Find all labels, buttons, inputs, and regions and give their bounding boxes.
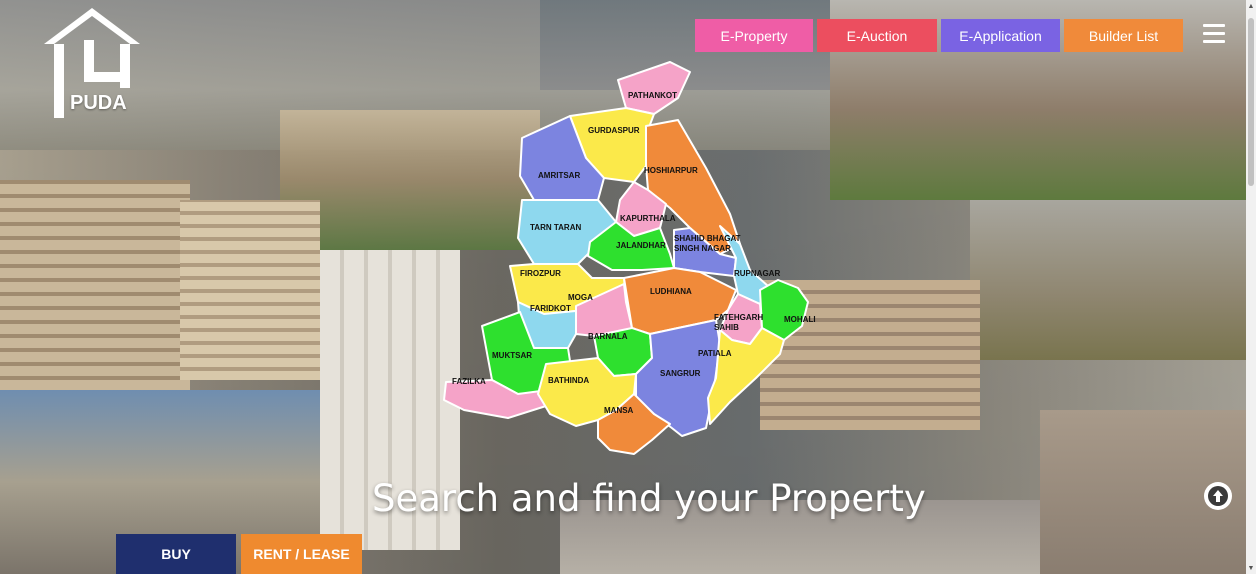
bg-monument-photo xyxy=(970,200,1246,360)
district-label: RUPNAGAR xyxy=(734,269,780,278)
scroll-up-arrow-icon[interactable]: ▲ xyxy=(1246,0,1256,12)
district-label: LUDHIANA xyxy=(650,287,692,296)
district-label: SANGRUR xyxy=(660,369,701,378)
district-label: BATHINDA xyxy=(548,376,589,385)
district-label: SHAHID BHAGAT xyxy=(674,234,741,243)
district-label: MUKTSAR xyxy=(492,351,532,360)
district-label: MANSA xyxy=(604,406,634,415)
district-label: BARNALA xyxy=(588,332,628,341)
district-label: SAHIB xyxy=(714,323,739,332)
punjab-district-map[interactable]: PATHANKOT GURDASPUR AMRITSAR HOSHIARPUR KAPU… xyxy=(438,58,818,458)
e-property-button[interactable]: E-Property xyxy=(695,19,813,52)
hero-title: Search and find your Property xyxy=(372,477,926,520)
district-patiala[interactable] xyxy=(707,327,785,425)
district-label: FATEHGARH xyxy=(714,313,763,322)
district-pathankot[interactable] xyxy=(617,61,691,115)
tab-rent-lease[interactable]: RENT / LEASE xyxy=(241,534,362,574)
district-label: KAPURTHALA xyxy=(620,214,676,223)
district-label: GURDASPUR xyxy=(588,126,640,135)
district-label: FARIDKOT xyxy=(530,304,571,313)
district-label: FAZILKA xyxy=(452,377,486,386)
bg-apartment-photo xyxy=(0,180,190,390)
hamburger-icon[interactable] xyxy=(1203,22,1227,46)
scroll-down-arrow-icon[interactable]: ▼ xyxy=(1246,562,1256,574)
district-label: MOGA xyxy=(568,293,593,302)
district-label: AMRITSAR xyxy=(538,171,580,180)
district-label: JALANDHAR xyxy=(616,241,666,250)
brand-name: PUDA xyxy=(70,92,127,114)
district-label: SINGH NAGAR xyxy=(674,244,731,253)
district-label: HOSHIARPUR xyxy=(644,166,698,175)
arrow-up-circle-icon[interactable] xyxy=(1204,482,1232,510)
scrollbar-thumb[interactable] xyxy=(1248,18,1254,186)
district-label: PATIALA xyxy=(698,349,732,358)
district-label: TARN TARAN xyxy=(530,223,581,232)
district-label: PATHANKOT xyxy=(628,91,677,100)
builder-list-button[interactable]: Builder List xyxy=(1064,19,1183,52)
tab-buy[interactable]: BUY xyxy=(116,534,236,574)
e-application-button[interactable]: E-Application xyxy=(941,19,1060,52)
bg-apartment-photo xyxy=(180,200,320,380)
district-label: FIROZPUR xyxy=(520,269,561,278)
e-auction-button[interactable]: E-Auction xyxy=(817,19,937,52)
district-label: MOHALI xyxy=(784,315,816,324)
